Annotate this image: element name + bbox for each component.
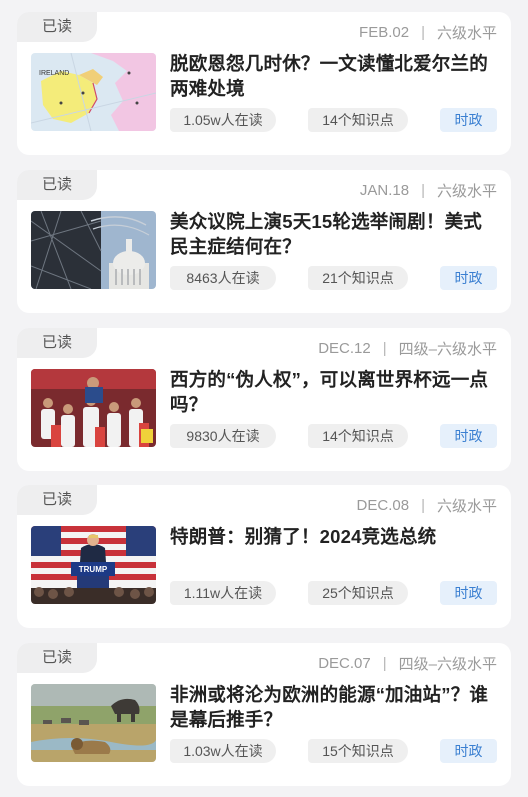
knowledge-points: 14个知识点	[308, 108, 408, 132]
read-badge: 已读	[17, 485, 97, 515]
category-tag[interactable]: 时政	[440, 424, 497, 448]
ireland-map-icon: IRELAND	[31, 53, 156, 131]
article-title[interactable]: 美众议院上演5天15轮选举闹剧！美式民主症结何在？	[170, 209, 500, 259]
article-level: 四级–六级水平	[398, 341, 497, 358]
article-date: DEC.12	[318, 340, 371, 357]
article-meta: DEC.12 | 四级–六级水平	[318, 338, 497, 359]
article-date: FEB.02	[359, 24, 410, 41]
article-title[interactable]: 脱欧恩怨几时休？一文读懂北爱尔兰的两难处境	[170, 51, 500, 101]
read-badge: 已读	[17, 643, 97, 673]
svg-text:IRELAND: IRELAND	[39, 70, 69, 77]
category-tag[interactable]: 时政	[440, 739, 497, 763]
category-tag[interactable]: 时政	[440, 266, 497, 290]
meta-divider: |	[382, 340, 387, 357]
article-card[interactable]: 已读 DEC.08 | 六级水平 TRUMP 特朗普：别猜了！2024竞选总统 …	[17, 485, 511, 628]
article-level: 四级–六级水平	[398, 656, 497, 673]
meta-divider: |	[421, 497, 425, 514]
category-tag[interactable]: 时政	[440, 108, 497, 132]
meta-divider: |	[421, 24, 425, 41]
football-crowd-image[interactable]	[31, 369, 156, 447]
savanna-wildlife-icon	[31, 684, 156, 762]
category-tag[interactable]: 时政	[440, 581, 497, 605]
capitol-building-icon	[31, 211, 156, 289]
knowledge-points: 21个知识点	[308, 266, 408, 290]
article-meta: JAN.18 | 六级水平	[360, 180, 497, 201]
article-date: JAN.18	[359, 182, 410, 199]
read-badge: 已读	[17, 328, 97, 358]
knowledge-points: 15个知识点	[308, 739, 408, 763]
readers-count: 1.05w人在读	[170, 108, 276, 132]
article-meta: DEC.08 | 六级水平	[357, 495, 497, 516]
article-date: DEC.07	[318, 655, 371, 672]
article-level: 六级水平	[436, 498, 497, 515]
savanna-wildlife-image[interactable]	[31, 684, 156, 762]
meta-divider: |	[382, 655, 387, 672]
knowledge-points: 14个知识点	[308, 424, 408, 448]
readers-count: 1.11w人在读	[170, 581, 276, 605]
capitol-building-image[interactable]	[31, 211, 156, 289]
article-level: 六级水平	[436, 25, 497, 42]
football-crowd-icon	[31, 369, 156, 447]
article-title[interactable]: 非洲或将沦为欧洲的能源“加油站”？谁是幕后推手？	[170, 682, 500, 732]
readers-count: 1.03w人在读	[170, 739, 276, 763]
meta-divider: |	[421, 182, 425, 199]
article-card[interactable]: 已读 DEC.12 | 四级–六级水平 西方的“伪人权”，可以离世界杯远一点吗？	[17, 328, 511, 471]
article-card[interactable]: 已读 FEB.02 | 六级水平 IRELAND 脱欧恩怨几时休？一文读懂北爱尔…	[17, 12, 511, 155]
article-card[interactable]: 已读 DEC.07 | 四级–六级水平 非洲或将沦为欧洲的能源“加油站”？谁是幕…	[17, 643, 511, 786]
ireland-map-image[interactable]: IRELAND	[31, 53, 156, 131]
knowledge-points: 25个知识点	[308, 581, 408, 605]
rally-podium-icon: TRUMP	[31, 526, 156, 604]
article-card[interactable]: 已读 JAN.18 | 六级水平 美众议院上演5天15轮选举闹剧！美式民主症结何…	[17, 170, 511, 313]
article-meta: FEB.02 | 六级水平	[359, 22, 497, 43]
article-title[interactable]: 特朗普：别猜了！2024竞选总统	[170, 524, 500, 549]
article-date: DEC.08	[356, 497, 410, 514]
article-title[interactable]: 西方的“伪人权”，可以离世界杯远一点吗？	[170, 367, 500, 417]
readers-count: 8463人在读	[170, 266, 276, 290]
read-badge: 已读	[17, 170, 97, 200]
article-level: 六级水平	[436, 183, 497, 200]
rally-podium-image[interactable]: TRUMP	[31, 526, 156, 604]
podium-sign-text: TRUMP	[79, 565, 108, 574]
article-meta: DEC.07 | 四级–六级水平	[318, 653, 497, 674]
read-badge: 已读	[17, 12, 97, 42]
readers-count: 9830人在读	[170, 424, 276, 448]
